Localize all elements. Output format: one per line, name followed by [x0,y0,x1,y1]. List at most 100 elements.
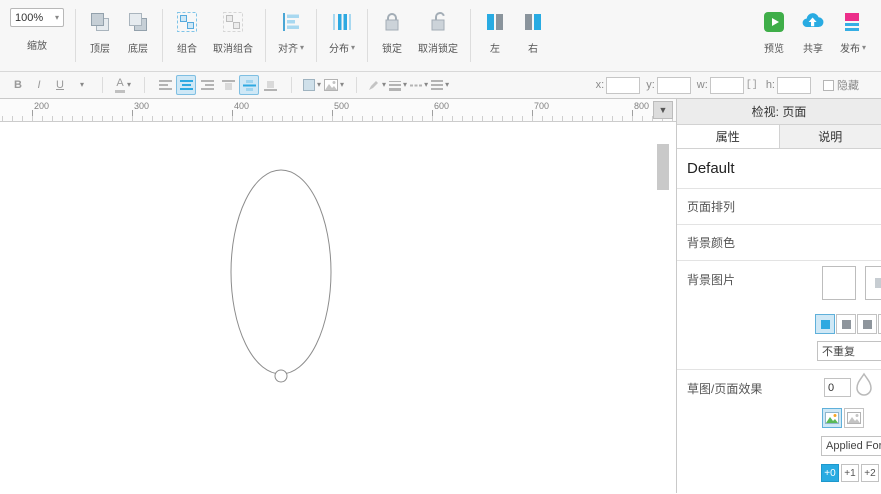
inspector-tabs: 属性 说明 [677,125,881,149]
line-width-button[interactable]: ▾ [388,75,408,95]
align-text-right-button[interactable] [197,75,217,95]
fill-color-icon [303,79,315,91]
line-style-button[interactable]: ▾ [409,75,429,95]
send-to-back-button[interactable]: 底层 [119,0,157,71]
color-sketch-button[interactable] [822,408,842,428]
h-input[interactable] [777,77,811,94]
distribute-icon [330,6,354,38]
font-color-button[interactable]: A ▾ [113,75,133,95]
publish-button[interactable]: 发布▾ [833,0,873,71]
section-sketch-effects: 草图/页面效果 Applied For +0 +1 [677,370,881,493]
text-style-more-button[interactable]: ▾ [71,75,91,95]
font-size-plus1-button[interactable]: +1 [841,464,859,482]
toolbar-separator [367,9,368,62]
align-center-icon [180,80,193,91]
align-icon [279,6,303,38]
italic-button[interactable]: I [29,75,49,95]
background-image-button[interactable]: ▾ [323,75,345,95]
valign-middle-button[interactable] [239,75,259,95]
ellipse-shape[interactable] [231,170,331,374]
font-size-plus2-button[interactable]: +2 [861,464,879,482]
image-align-option-2[interactable] [836,314,856,334]
send-to-back-icon [126,6,150,38]
image-align-option-1[interactable] [815,314,835,334]
align-text-left-button[interactable] [155,75,175,95]
w-input[interactable] [710,77,744,94]
canvas-column: 200 300 400 500 600 700 800 ▼ [0,99,677,493]
line-color-button[interactable]: ▾ [367,75,387,95]
section-background-color: 背景颜色 [677,225,881,261]
underline-button[interactable]: U [50,75,70,95]
chevron-down-icon: ▾ [382,81,386,89]
ungroup-button[interactable]: 取消组合 [206,0,260,71]
share-button[interactable]: 共享 [793,0,833,71]
valign-top-icon [222,80,235,91]
image-align-option-3[interactable] [857,314,877,334]
vertical-scrollbar[interactable] [657,122,669,493]
y-input[interactable] [657,77,691,94]
axure-window: 100% ▾ 缩放 顶层 底层 组合 [0,0,881,494]
bold-button[interactable]: B [8,75,28,95]
repeat-select[interactable]: 不重复 [817,341,881,361]
distribute-label: 分布▾ [329,40,355,55]
fill-color-button[interactable]: ▾ [302,75,322,95]
design-canvas[interactable] [0,122,676,493]
bring-to-front-label: 顶层 [90,40,110,55]
dash-style-icon [410,80,422,91]
background-color-label: 背景颜色 [687,234,735,251]
align-button[interactable]: 对齐▾ [271,0,311,71]
chevron-down-icon: ▾ [300,44,304,52]
chevron-down-icon: ▾ [424,81,428,89]
valign-bottom-button[interactable] [260,75,280,95]
zoom-select[interactable]: 100% ▾ [10,8,64,27]
lock-button[interactable]: 锁定 [373,0,411,71]
chevron-down-icon: ▾ [351,44,355,52]
line-width-icon [389,80,401,91]
geometry-fields: x: y: w: [] h: [590,77,811,94]
align-right-edge-button[interactable]: 右 [514,0,552,71]
import-image-button[interactable] [865,266,881,300]
align-left-edge-button[interactable]: 左 [476,0,514,71]
chevron-down-icon: ▾ [862,44,866,52]
tab-properties[interactable]: 属性 [677,125,779,148]
image-placeholder-icon [875,278,881,288]
ruler-mark: 700 [534,101,549,111]
inspector-panel: 检视: 页面 属性 说明 Default 页面排列 背景颜色 背景图片 [677,99,881,493]
align-right-edge-icon [521,6,545,38]
unlock-button[interactable]: 取消锁定 [411,0,465,71]
zoom-label: 缩放 [27,37,47,52]
ungroup-label: 取消组合 [213,40,253,55]
font-size-plus0-button[interactable]: +0 [821,464,839,482]
share-cloud-icon [800,6,826,38]
ruler-options-button[interactable]: ▼ [653,101,673,119]
sketch-effect-icon[interactable] [854,372,874,401]
sketch-amount-input[interactable] [824,378,851,397]
align-right-edge-label: 右 [528,40,538,55]
valign-top-button[interactable] [218,75,238,95]
align-text-center-button[interactable] [176,75,196,95]
preview-button[interactable]: 预览 [755,0,793,71]
circle-shape[interactable] [275,370,287,382]
zoom-control: 100% ▾ 缩放 [4,0,70,71]
background-image-swatch[interactable] [822,266,856,300]
align-left-icon [159,80,172,91]
arrow-style-button[interactable]: ▾ [430,75,450,95]
ruler-mark: 500 [334,101,349,111]
inspector-title: 检视: 页面 [752,103,807,120]
bring-to-front-button[interactable]: 顶层 [81,0,119,71]
chevron-down-icon: ▾ [340,81,344,89]
constrain-proportions-icon[interactable]: [] [746,80,758,91]
chevron-down-icon: ▾ [403,81,407,89]
gray-sketch-button[interactable] [844,408,864,428]
horizontal-ruler[interactable]: 200 300 400 500 600 700 800 ▼ [0,99,676,122]
sketch-font-select[interactable]: Applied For [821,436,881,456]
chevron-down-icon: ▾ [445,81,449,89]
distribute-button[interactable]: 分布▾ [322,0,362,71]
x-input[interactable] [606,77,640,94]
scrollbar-thumb[interactable] [657,144,669,190]
tab-notes[interactable]: 说明 [779,125,881,148]
lock-icon [380,6,404,38]
section-page-arrange: 页面排列 [677,189,881,225]
group-button[interactable]: 组合 [168,0,206,71]
hide-toggle[interactable]: 隐藏 [823,77,859,93]
